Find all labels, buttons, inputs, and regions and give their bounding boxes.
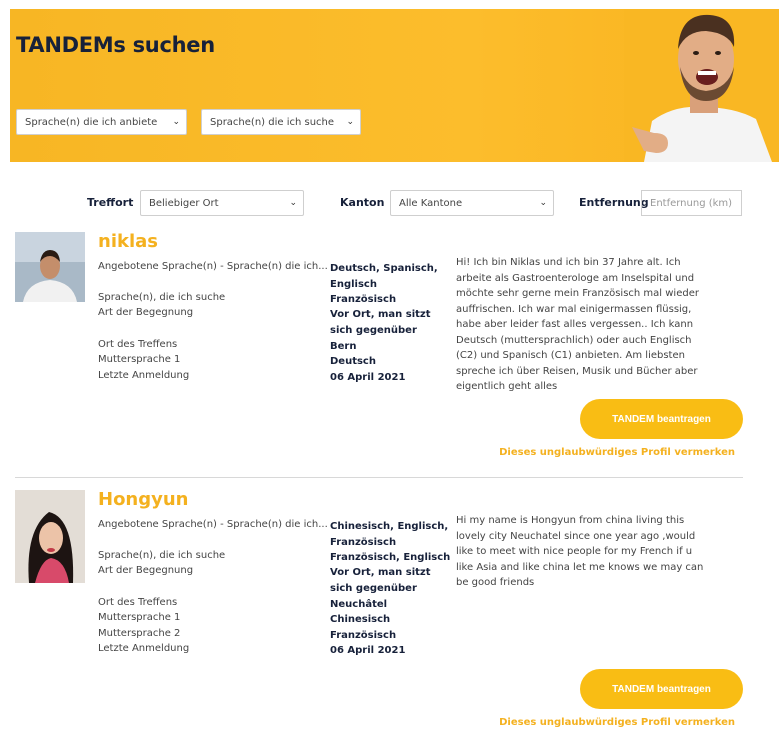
avatar[interactable]	[15, 490, 85, 583]
label-meeting-type: Art der Begegnung	[98, 307, 194, 318]
value-offered-languages: Chinesisch, Englisch, Französisch	[330, 521, 449, 548]
chevron-down-icon: ⌄	[172, 117, 180, 127]
value-meeting-type: Vor Ort, man sitzt sich gegenüber	[330, 309, 431, 336]
profile-name[interactable]: Hongyun	[98, 489, 189, 510]
seek-language-select[interactable]: Sprache(n) die ich suche ⌄	[201, 109, 361, 135]
value-meeting-place: Bern	[330, 341, 357, 352]
label-last-login: Letzte Anmeldung	[98, 643, 190, 654]
hero-banner: TANDEMs suchen Sprache(n) die ich anbiet…	[10, 9, 779, 162]
value-seeking-languages: Französisch, Englisch	[330, 552, 451, 563]
value-mother-tongue-1: Chinesisch	[330, 614, 391, 625]
label-last-login: Letzte Anmeldung	[98, 370, 190, 381]
label-mother-tongue-1: Muttersprache 1	[98, 612, 181, 623]
value-offered-languages: Deutsch, Spanisch, Englisch	[330, 263, 438, 290]
label-seeking-languages: Sprache(n), die ich suche	[98, 292, 226, 303]
value-seeking-languages: Französisch	[330, 294, 397, 305]
value-last-login: 06 April 2021	[330, 372, 406, 383]
value-mother-tongue-1: Deutsch	[330, 356, 376, 367]
profile-name[interactable]: niklas	[98, 231, 158, 252]
profile-description: Hi! Ich bin Niklas und ich bin 37 Jahre …	[456, 257, 699, 392]
hero-man-photo	[624, 9, 779, 162]
label-seeking-languages: Sprache(n), die ich suche	[98, 550, 226, 561]
request-tandem-button[interactable]: TANDEM beantragen	[580, 669, 743, 709]
label-mother-tongue-2: Muttersprache 2	[98, 628, 181, 639]
profile-description: Hi my name is Hongyun from china living …	[456, 515, 704, 588]
meeting-place-value: Beliebiger Ort	[149, 197, 219, 209]
label-offered-languages: Angebotene Sprache(n) - Sprache(n) die i…	[98, 261, 328, 272]
report-profile-link[interactable]: Dieses unglaubwürdiges Profil vermerken	[499, 717, 735, 728]
offered-language-select[interactable]: Sprache(n) die ich anbiete ⌄	[16, 109, 187, 135]
meeting-place-label: Treffort	[87, 196, 134, 209]
label-offered-languages: Angebotene Sprache(n) - Sprache(n) die i…	[98, 519, 328, 530]
avatar[interactable]	[15, 232, 85, 302]
label-meeting-type: Art der Begegnung	[98, 565, 194, 576]
distance-input[interactable]: Entfernung (km)	[641, 190, 742, 216]
offered-language-select-label: Sprache(n) die ich anbiete	[25, 116, 158, 128]
value-last-login: 06 April 2021	[330, 645, 406, 656]
chevron-down-icon: ⌄	[346, 117, 354, 127]
label-meeting-place: Ort des Treffens	[98, 597, 178, 608]
canton-label: Kanton	[340, 196, 385, 209]
label-mother-tongue-1: Muttersprache 1	[98, 354, 181, 365]
canton-select[interactable]: Alle Kantone ⌄	[390, 190, 554, 216]
value-meeting-type: Vor Ort, man sitzt sich gegenüber	[330, 567, 431, 594]
meeting-place-select[interactable]: Beliebiger Ort ⌄	[140, 190, 304, 216]
report-profile-link[interactable]: Dieses unglaubwürdiges Profil vermerken	[499, 447, 735, 458]
card-divider	[15, 477, 743, 478]
request-tandem-button[interactable]: TANDEM beantragen	[580, 399, 743, 439]
chevron-down-icon: ⌄	[539, 198, 547, 208]
value-meeting-place: Neuchâtel	[330, 599, 388, 610]
page-title: TANDEMs suchen	[16, 33, 215, 57]
value-mother-tongue-2: Französisch	[330, 630, 397, 641]
seek-language-select-label: Sprache(n) die ich suche	[210, 116, 335, 128]
chevron-down-icon: ⌄	[289, 198, 297, 208]
label-meeting-place: Ort des Treffens	[98, 339, 178, 350]
canton-value: Alle Kantone	[399, 197, 463, 209]
distance-label: Entfernung	[579, 196, 649, 209]
